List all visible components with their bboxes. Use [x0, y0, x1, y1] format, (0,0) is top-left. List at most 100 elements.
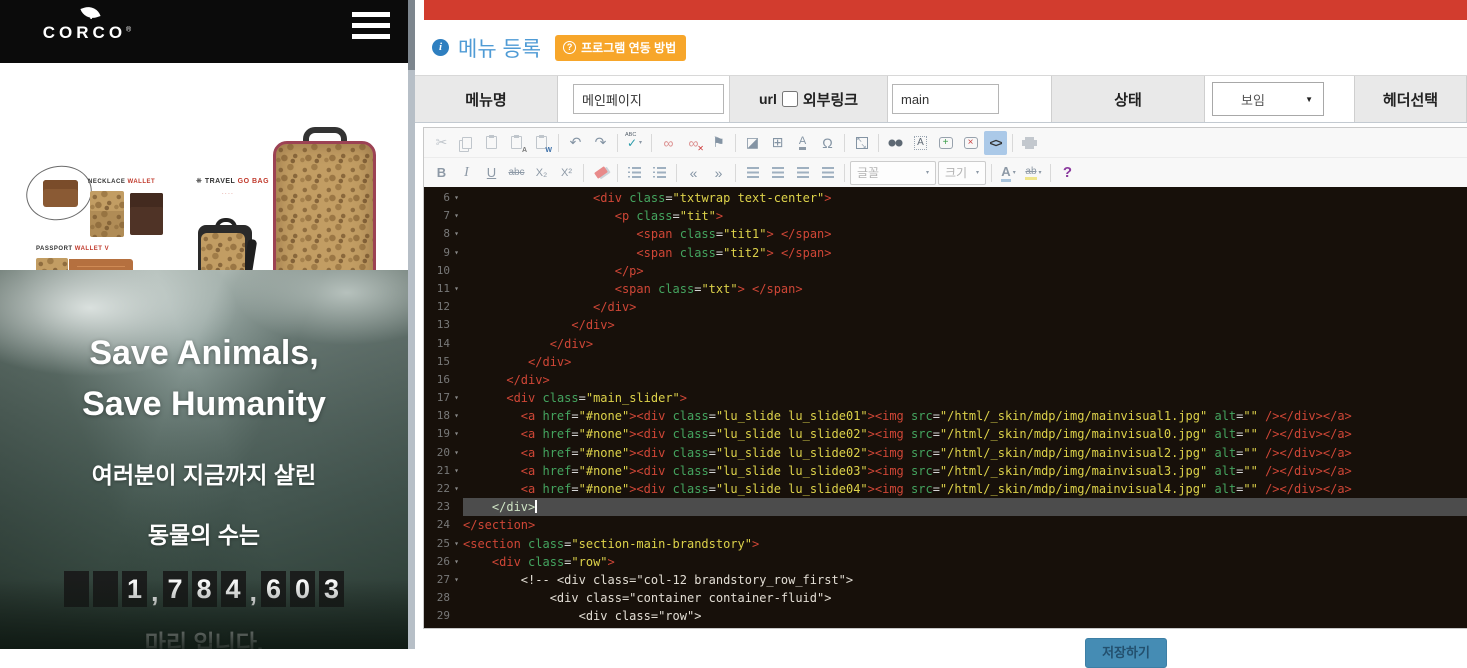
- unlink-button[interactable]: ∞✕: [682, 131, 705, 155]
- code-line-6[interactable]: 6▾ <div class="txtwrap text-center">: [424, 189, 1467, 207]
- subscript-button[interactable]: X₂: [530, 161, 553, 185]
- paste-button[interactable]: [480, 131, 503, 155]
- code-line-9[interactable]: 9▾ <span class="tit2"> </span>: [424, 244, 1467, 262]
- code-line-17[interactable]: 17▾ <div class="main_slider">: [424, 389, 1467, 407]
- fold-arrow-icon[interactable]: ▾: [450, 425, 463, 443]
- fold-arrow-icon[interactable]: ▾: [450, 535, 463, 553]
- status-select[interactable]: 보임 ▼: [1212, 82, 1324, 116]
- italic-button[interactable]: I: [455, 161, 478, 185]
- fold-arrow-icon[interactable]: ▾: [450, 189, 463, 207]
- code-line-8[interactable]: 8▾ <span class="tit1"> </span>: [424, 225, 1467, 243]
- align-justify-button[interactable]: [816, 161, 839, 185]
- select-arrow-icon: ▼: [1305, 95, 1313, 104]
- numbered-list-button[interactable]: [623, 161, 646, 185]
- anchor-flag-button[interactable]: ⚑: [707, 131, 730, 155]
- special-character-button[interactable]: Ω: [816, 131, 839, 155]
- code-line-10[interactable]: 10 </p>: [424, 262, 1467, 280]
- preview-scrollbar-thumb[interactable]: [408, 0, 415, 70]
- indent-button[interactable]: »: [707, 161, 730, 185]
- toolbar-separator: [844, 164, 845, 182]
- fold-arrow-icon[interactable]: ▾: [450, 389, 463, 407]
- remove-div-button[interactable]: ×: [959, 131, 982, 155]
- link-button[interactable]: ∞: [657, 131, 680, 155]
- code-line-14[interactable]: 14 </div>: [424, 335, 1467, 353]
- program-link-help-button[interactable]: ? 프로그램 연동 방법: [555, 35, 686, 61]
- text-color-button[interactable]: A▾: [997, 161, 1020, 185]
- paste-from-word-button[interactable]: W: [530, 131, 553, 155]
- code-line-25[interactable]: 25▾<section class="section-main-brandsto…: [424, 535, 1467, 553]
- fold-spacer: [450, 371, 463, 389]
- fold-arrow-icon[interactable]: ▾: [450, 244, 463, 262]
- code-line-22[interactable]: 22▾ <a href="#none"><div class="lu_slide…: [424, 480, 1467, 498]
- outdent-button[interactable]: «: [682, 161, 705, 185]
- code-line-29[interactable]: 29 <div class="row">: [424, 607, 1467, 625]
- fold-arrow-icon[interactable]: ▾: [450, 407, 463, 425]
- undo-button[interactable]: ↶: [564, 131, 587, 155]
- strikethrough-button[interactable]: abc: [505, 161, 528, 185]
- code-line-30[interactable]: 30 <div class="col12 brandstoryTit text-…: [424, 626, 1467, 629]
- menu-name-input[interactable]: [573, 84, 724, 114]
- find-button[interactable]: [884, 131, 907, 155]
- font-family-button[interactable]: 글꼴▾: [850, 161, 936, 185]
- code-line-15[interactable]: 15 </div>: [424, 353, 1467, 371]
- redo-button[interactable]: ↷: [589, 131, 612, 155]
- preview-scrollbar[interactable]: [408, 0, 415, 649]
- line-number: 8: [424, 225, 450, 243]
- create-div-button[interactable]: +: [934, 131, 957, 155]
- fold-arrow-icon[interactable]: ▾: [450, 480, 463, 498]
- fold-arrow-icon[interactable]: ▾: [450, 553, 463, 571]
- code-line-16[interactable]: 16 </div>: [424, 371, 1467, 389]
- fold-arrow-icon[interactable]: ▾: [450, 280, 463, 298]
- url-input[interactable]: [892, 84, 999, 114]
- remove-format-button[interactable]: [589, 161, 612, 185]
- code-line-24[interactable]: 24</section>: [424, 516, 1467, 534]
- source-button[interactable]: <>: [984, 131, 1007, 155]
- horizontal-line-button[interactable]: A: [791, 131, 814, 155]
- print-button[interactable]: [1018, 131, 1041, 155]
- external-link-checkbox[interactable]: [782, 91, 798, 107]
- code-line-20[interactable]: 20▾ <a href="#none"><div class="lu_slide…: [424, 444, 1467, 462]
- code-line-26[interactable]: 26▾ <div class="row">: [424, 553, 1467, 571]
- about-button[interactable]: ?: [1056, 161, 1079, 185]
- hamburger-menu-icon[interactable]: [352, 12, 390, 45]
- font-size-button[interactable]: 크기▾: [938, 161, 986, 185]
- paste-plain-text-button[interactable]: A: [505, 131, 528, 155]
- code-line-27[interactable]: 27▾ <!-- <div class="col-12 brandstory_r…: [424, 571, 1467, 589]
- code-line-13[interactable]: 13 </div>: [424, 316, 1467, 334]
- code-line-7[interactable]: 7▾ <p class="tit">: [424, 207, 1467, 225]
- superscript-button[interactable]: X²: [555, 161, 578, 185]
- bulleted-list-button[interactable]: [648, 161, 671, 185]
- underline-button[interactable]: U: [480, 161, 503, 185]
- code-line-12[interactable]: 12 </div>: [424, 298, 1467, 316]
- product-slider[interactable]: NECKLACE WALLET PASSPORT WALLET V ❋ TRAV…: [0, 63, 408, 270]
- align-center-button[interactable]: [766, 161, 789, 185]
- code-line-18[interactable]: 18▾ <a href="#none"><div class="lu_slide…: [424, 407, 1467, 425]
- code-line-21[interactable]: 21▾ <a href="#none"><div class="lu_slide…: [424, 462, 1467, 480]
- save-button[interactable]: 저장하기: [1085, 638, 1167, 668]
- bold-button[interactable]: B: [430, 161, 453, 185]
- brand-logo[interactable]: CORCO®: [32, 6, 142, 43]
- cut-button[interactable]: ✂: [430, 131, 453, 155]
- image-button[interactable]: ◪: [741, 131, 764, 155]
- spell-check-button[interactable]: ABC✓▾: [623, 131, 646, 155]
- source-code-area[interactable]: 6▾ <div class="txtwrap text-center">7▾ <…: [424, 187, 1467, 628]
- special-character-icon: Ω: [822, 135, 832, 151]
- align-right-button[interactable]: [791, 161, 814, 185]
- maximize-button[interactable]: [850, 131, 873, 155]
- chevron-down-icon: ▾: [1013, 169, 1016, 176]
- fold-arrow-icon[interactable]: ▾: [450, 207, 463, 225]
- code-line-23[interactable]: 23 </div>: [424, 498, 1467, 516]
- highlight-color-button[interactable]: ab▾: [1022, 161, 1045, 185]
- code-line-19[interactable]: 19▾ <a href="#none"><div class="lu_slide…: [424, 425, 1467, 443]
- fold-arrow-icon[interactable]: ▾: [450, 225, 463, 243]
- code-line-28[interactable]: 28 <div class="container container-fluid…: [424, 589, 1467, 607]
- align-left-button[interactable]: [741, 161, 764, 185]
- replace-button[interactable]: A: [909, 131, 932, 155]
- code-line-11[interactable]: 11▾ <span class="txt"> </span>: [424, 280, 1467, 298]
- table-button[interactable]: ⊞: [766, 131, 789, 155]
- fold-arrow-icon[interactable]: ▾: [450, 462, 463, 480]
- fold-arrow-icon[interactable]: ▾: [450, 571, 463, 589]
- copy-button[interactable]: [455, 131, 478, 155]
- fold-arrow-icon[interactable]: ▾: [450, 444, 463, 462]
- create-div-icon: +: [939, 137, 953, 149]
